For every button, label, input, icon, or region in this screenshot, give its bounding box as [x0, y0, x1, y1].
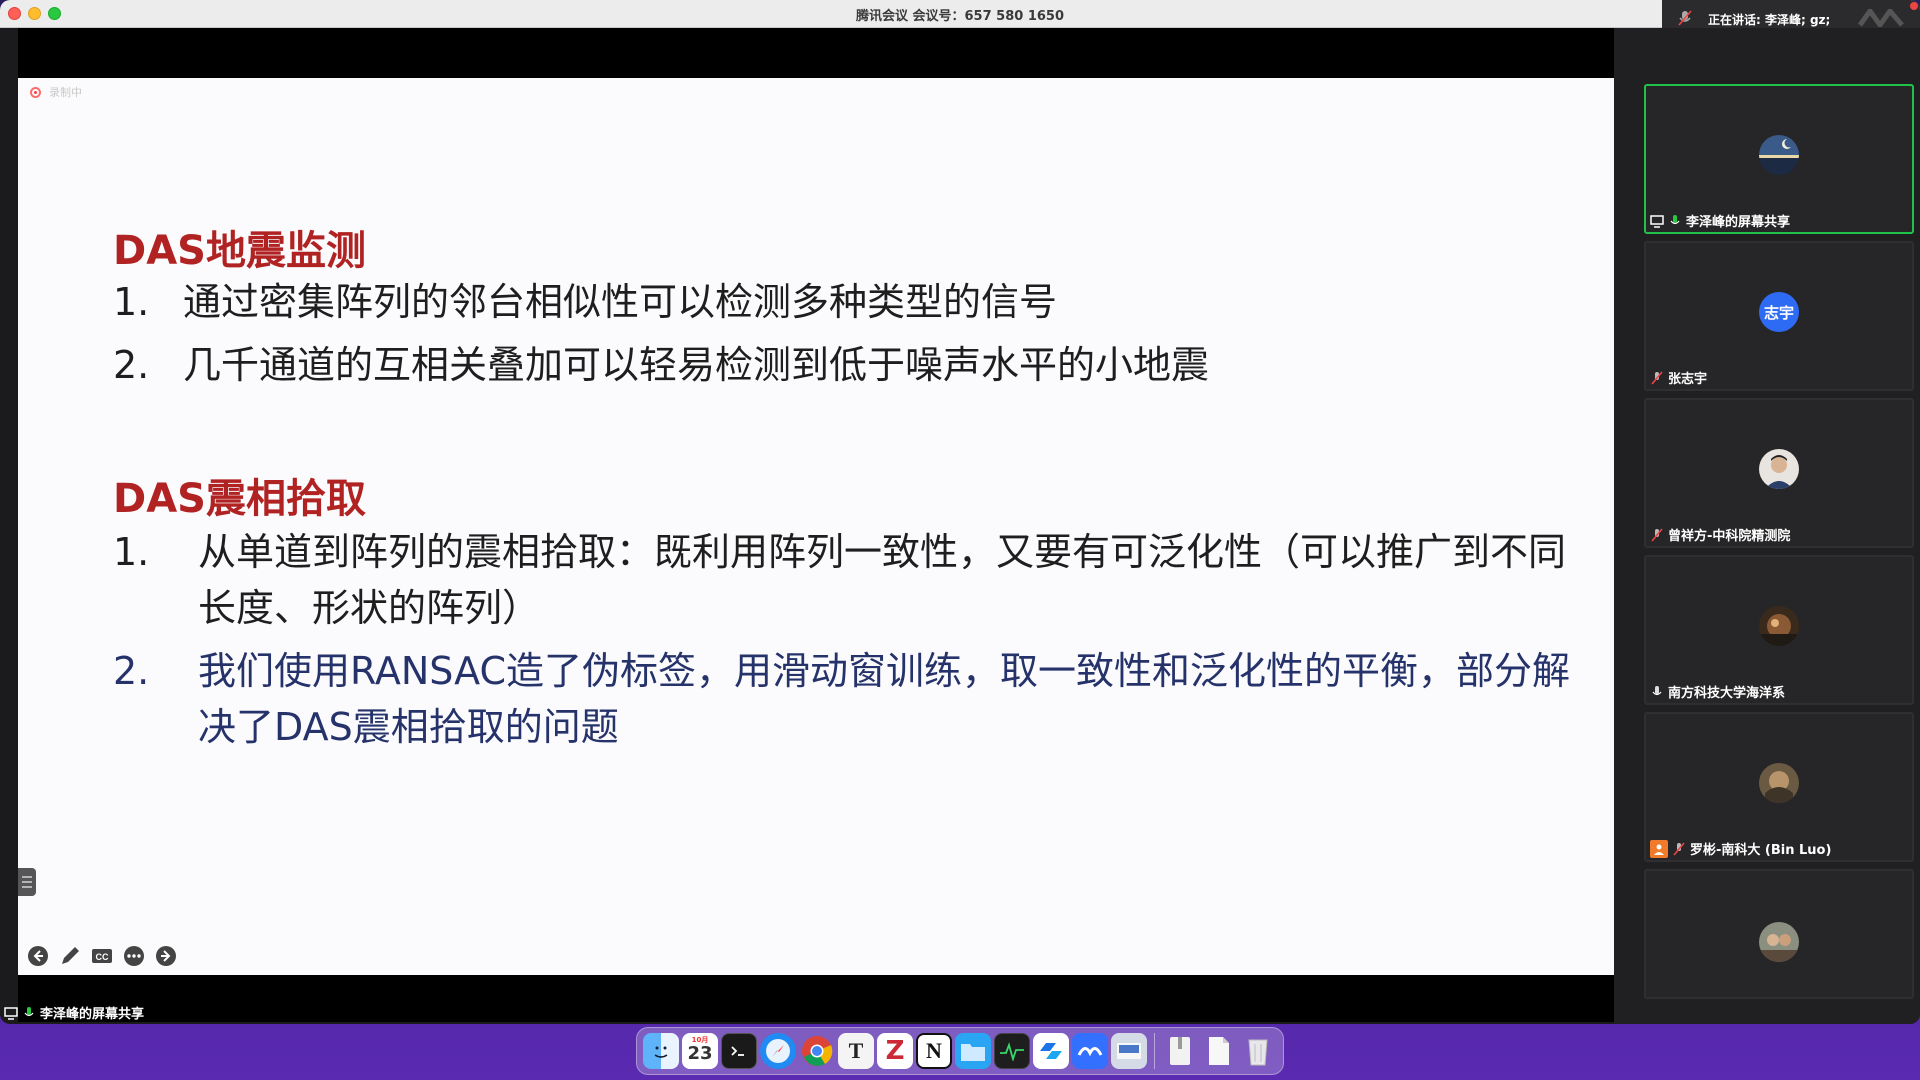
mic-muted-icon — [1651, 370, 1663, 385]
list-number: 2. — [113, 343, 150, 387]
trash-icon[interactable] — [1240, 1033, 1276, 1069]
speaker-wave-icon — [1858, 9, 1904, 27]
list-text: 从单道到阵列的震相拾取：既利用阵列一致性，又要有可泛化性（可以推广到不同长度、形… — [198, 530, 1567, 630]
arrow-right-icon — [155, 945, 176, 966]
chrome-icon[interactable] — [799, 1033, 835, 1069]
participant-tile[interactable]: 李泽峰的屏幕共享 — [1644, 84, 1914, 234]
list-number: 1. — [113, 280, 150, 324]
participant-tile[interactable]: 罗彬-南科大 (Bin Luo) — [1644, 712, 1914, 862]
arrow-left-icon — [27, 945, 48, 966]
prev-slide-button[interactable] — [26, 944, 49, 967]
list-item: 1. 通过密集阵列的邻台相似性可以检测多种类型的信号 — [113, 274, 1057, 330]
preview-icon[interactable] — [1111, 1033, 1147, 1069]
terminal-icon[interactable] — [721, 1033, 757, 1069]
mic-muted-icon — [1678, 10, 1692, 26]
screen-share-icon — [1650, 214, 1664, 228]
participant-tile[interactable] — [1644, 869, 1914, 999]
calendar-icon[interactable]: 10月 23 — [682, 1033, 718, 1069]
list-icon — [22, 876, 32, 888]
share-label-text: 李泽峰的屏幕共享 — [40, 1007, 145, 1022]
host-badge-icon — [1650, 839, 1668, 858]
recording-label: 录制中 — [49, 86, 82, 99]
macos-dock: 10月 23 T Z N — [636, 1027, 1284, 1075]
presentation-slide: 录制中 DAS地震监测 1. 通过密集阵列的邻台相似性可以检测多种类型的信号 2.… — [18, 78, 1614, 975]
notion-icon[interactable]: N — [916, 1033, 952, 1069]
title-bar: 腾讯会议 会议号：657 580 1650 — [0, 0, 1920, 28]
documents-icon[interactable] — [1201, 1033, 1237, 1069]
next-slide-button[interactable] — [154, 944, 177, 967]
screen-share-icon — [4, 1006, 18, 1020]
participant-name: 南方科技大学海洋系 — [1650, 682, 1785, 701]
avatar — [1759, 763, 1799, 803]
participant-name: 李泽峰的屏幕共享 — [1650, 211, 1790, 230]
more-button[interactable] — [122, 944, 145, 967]
participant-tile[interactable]: 南方科技大学海洋系 — [1644, 555, 1914, 705]
section-heading: DAS地震监测 — [113, 228, 366, 274]
tencent-meeting-icon[interactable] — [1033, 1033, 1069, 1069]
participant-name-text: 曾祥方-中科院精测院 — [1668, 529, 1791, 544]
avatar: 志宇 — [1759, 292, 1799, 332]
finder-icon[interactable] — [643, 1033, 679, 1069]
zotero-icon[interactable]: Z — [877, 1033, 913, 1069]
mic-icon — [1670, 214, 1680, 224]
dock-separator — [1154, 1033, 1155, 1069]
safari-icon[interactable] — [760, 1033, 796, 1069]
participant-name: 张志宇 — [1650, 368, 1707, 387]
avatar — [1759, 922, 1799, 962]
avatar — [1759, 449, 1799, 489]
participant-name: 曾祥方-中科院精测院 — [1650, 525, 1790, 544]
file-manager-icon[interactable] — [955, 1033, 991, 1069]
slide-controls: CC — [26, 944, 177, 967]
list-text: 几千通道的互相关叠加可以轻易检测到低于噪声水平的小地震 — [183, 343, 1210, 387]
avatar — [1759, 135, 1799, 175]
list-text: 我们使用RANSAC造了伪标签，用滑动窗训练，取一致性和泛化性的平衡，部分解决了… — [198, 649, 1570, 749]
list-text: 通过密集阵列的邻台相似性可以检测多种类型的信号 — [183, 280, 1058, 324]
svg-text:CC: CC — [95, 952, 108, 962]
mic-muted-icon — [1673, 841, 1685, 856]
mic-icon — [1652, 685, 1662, 695]
list-number: 1. — [113, 530, 150, 574]
participant-name-text: 张志宇 — [1668, 372, 1708, 387]
participant-tile[interactable]: 志宇 张志宇 — [1644, 241, 1914, 391]
section-heading: DAS震相拾取 — [113, 476, 366, 522]
activity-monitor-icon[interactable] — [994, 1033, 1030, 1069]
pen-button[interactable] — [58, 944, 81, 967]
pen-icon — [61, 946, 79, 964]
mic-muted-icon — [1651, 527, 1663, 542]
outline-toggle[interactable] — [18, 868, 36, 896]
feishu-icon[interactable] — [1072, 1033, 1108, 1069]
participant-name: 罗彬-南科大 (Bin Luo) — [1650, 839, 1831, 858]
mic-icon — [24, 1006, 34, 1016]
participant-name-text: 罗彬-南科大 (Bin Luo) — [1690, 843, 1832, 858]
participants-panel: 李泽峰的屏幕共享 志宇 张志宇 曾祥方-中科院精测院 南方科技大学海洋系 罗彬-… — [1634, 28, 1920, 1024]
recording-icon — [30, 86, 41, 98]
window-title: 腾讯会议 会议号：657 580 1650 — [855, 9, 1065, 24]
participant-name-text: 南方科技大学海洋系 — [1668, 686, 1786, 701]
captions-button[interactable]: CC — [90, 944, 113, 967]
participant-tile[interactable]: 曾祥方-中科院精测院 — [1644, 398, 1914, 548]
participant-name-text: 李泽峰的屏幕共享 — [1686, 215, 1791, 230]
cc-icon: CC — [91, 948, 112, 963]
calendar-day: 23 — [687, 1043, 713, 1064]
notification-dot — [1910, 2, 1918, 10]
avatar — [1759, 606, 1799, 646]
list-item: 2. 我们使用RANSAC造了伪标签，用滑动窗训练，取一致性和泛化性的平衡，部分… — [113, 643, 1570, 757]
list-item: 2. 几千通道的互相关叠加可以轻易检测到低于噪声水平的小地震 — [113, 337, 1209, 393]
meeting-window: 腾讯会议 会议号：657 580 1650 正在讲话: 李泽峰; gz; 录制中… — [0, 0, 1920, 1024]
list-item: 1. 从单道到阵列的震相拾取：既利用阵列一致性，又要有可泛化性（可以推广到不同长… — [113, 524, 1566, 638]
recording-indicator: 录制中 — [30, 84, 82, 100]
typora-icon[interactable]: T — [838, 1033, 874, 1069]
archive-icon[interactable] — [1162, 1033, 1198, 1069]
more-icon — [123, 945, 144, 966]
panel-divider[interactable] — [1614, 28, 1634, 1024]
speaking-text: 正在讲话: 李泽峰; gz; — [1708, 13, 1831, 27]
screen-share-label: 李泽峰的屏幕共享 — [4, 1003, 144, 1022]
list-number: 2. — [113, 649, 150, 693]
